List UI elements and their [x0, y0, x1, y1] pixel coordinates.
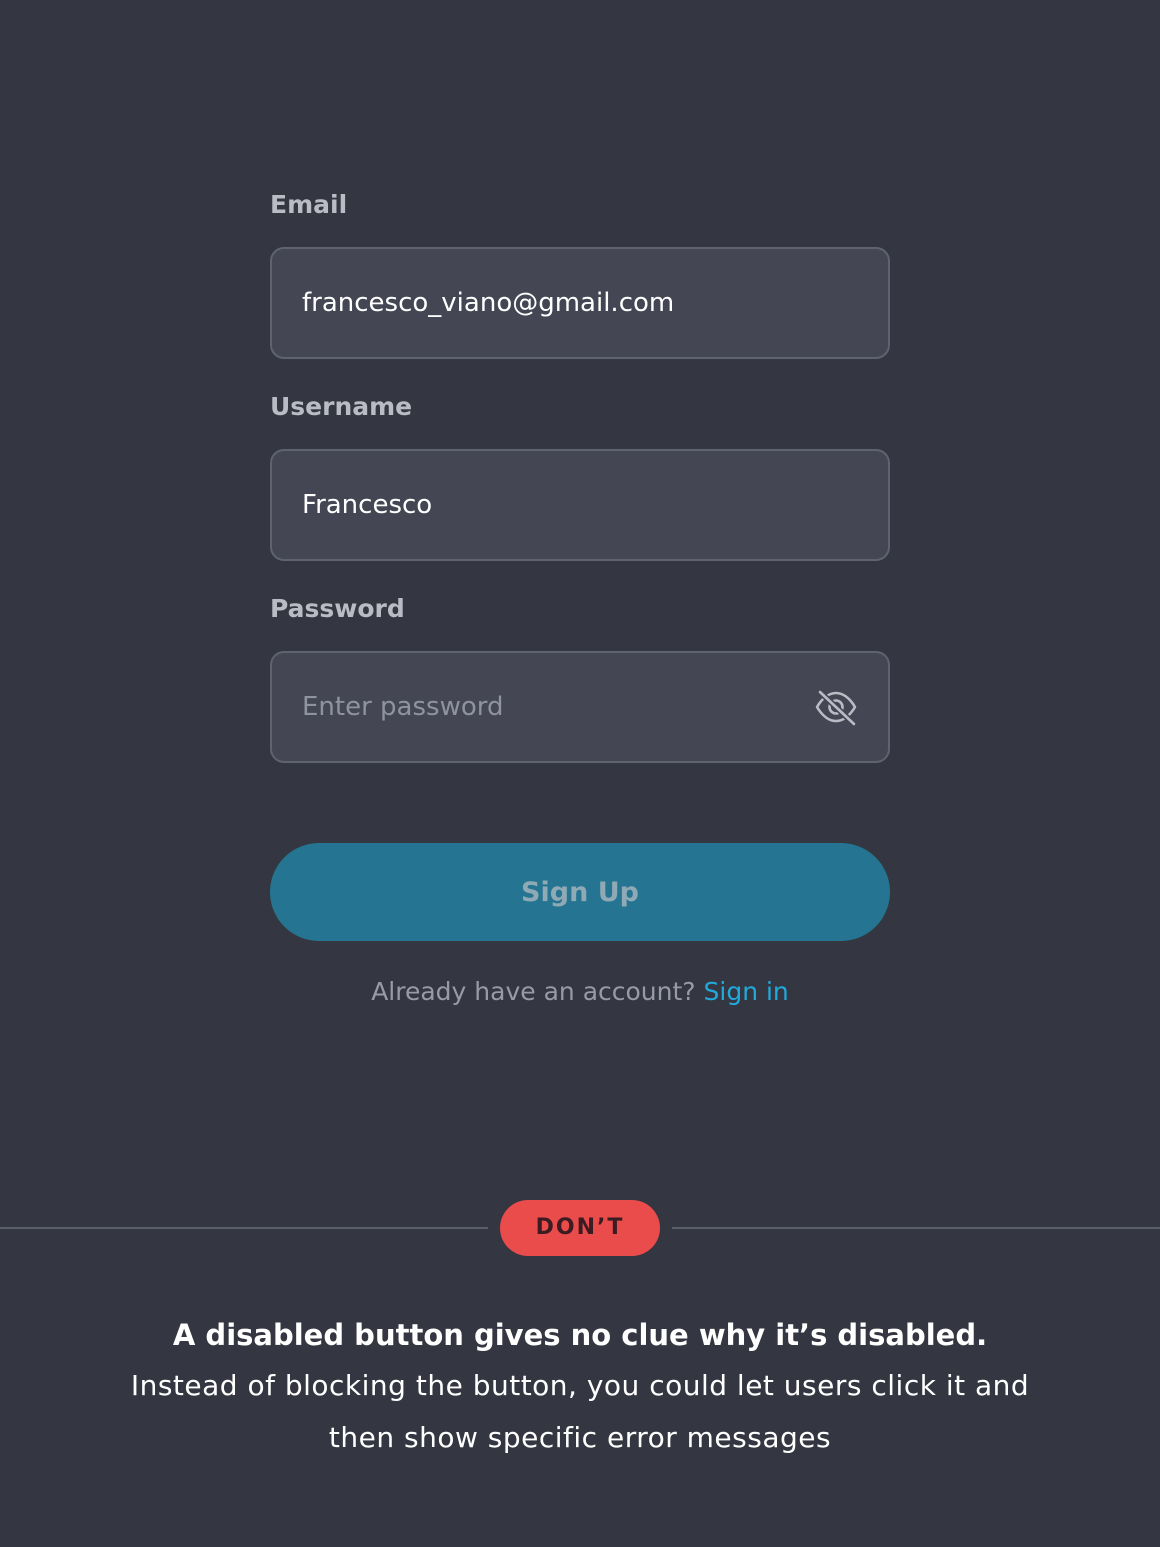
password-field[interactable]: [302, 653, 802, 761]
signin-prompt: Already have an account? Sign in: [270, 972, 890, 1012]
email-label: Email: [270, 190, 348, 219]
signin-prompt-text: Already have an account?: [371, 977, 696, 1006]
sign-up-button[interactable]: Sign Up: [270, 843, 890, 941]
email-field[interactable]: [302, 249, 802, 357]
divider-right: [672, 1227, 1160, 1229]
caption-title: A disabled button gives no clue why it’s…: [172, 1318, 988, 1352]
username-field[interactable]: [302, 451, 802, 559]
email-field-container: [270, 247, 890, 359]
eye-off-icon[interactable]: [814, 687, 858, 727]
dont-badge: DON’T: [500, 1200, 660, 1256]
divider-left: [0, 1227, 488, 1229]
username-label: Username: [270, 392, 413, 421]
sign-in-link[interactable]: Sign in: [704, 977, 789, 1006]
username-field-container: [270, 449, 890, 561]
caption: A disabled button gives no clue why it’s…: [80, 1310, 1080, 1464]
password-field-container: [270, 651, 890, 763]
caption-body: Instead of blocking the button, you coul…: [130, 1369, 1030, 1454]
password-label: Password: [270, 594, 405, 623]
